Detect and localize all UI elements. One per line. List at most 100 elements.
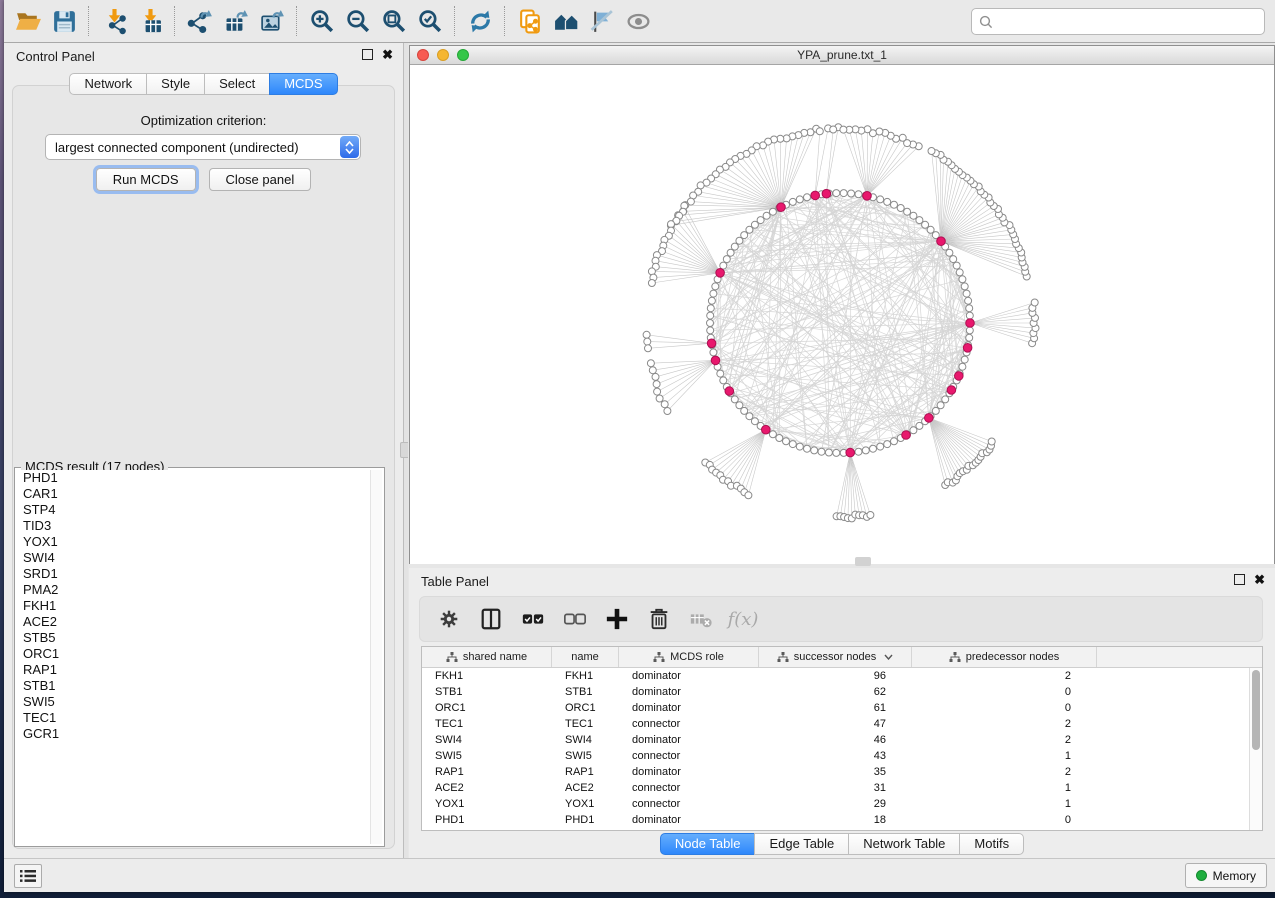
cell-name: ACE2	[552, 782, 619, 794]
zoom-in-icon[interactable]	[304, 4, 340, 38]
mcds-result-item[interactable]: SWI5	[17, 694, 382, 710]
close-table-panel-icon[interactable]: ✖	[1254, 574, 1265, 585]
float-table-panel-icon[interactable]	[1234, 574, 1245, 585]
run-mcds-button[interactable]: Run MCDS	[96, 168, 196, 191]
table-row[interactable]: TEC1TEC1connector472	[422, 716, 1262, 732]
mcds-result-item[interactable]: PHD1	[17, 470, 382, 486]
table-row[interactable]: STB1STB1dominator620	[422, 684, 1262, 700]
column-header-mcds-role[interactable]: MCDS role	[619, 647, 759, 667]
mcds-result-item[interactable]: SWI4	[17, 550, 382, 566]
open-file-icon[interactable]	[10, 4, 46, 38]
mcds-result-item[interactable]: FKH1	[17, 598, 382, 614]
cell-mcds-role: connector	[619, 798, 759, 810]
cell-successor-nodes: 47	[759, 718, 912, 730]
control-panel-title: Control Panel	[16, 49, 95, 64]
tab-edge-table[interactable]: Edge Table	[754, 833, 849, 855]
import-network-icon[interactable]	[96, 4, 132, 38]
horizontal-splitter-grip[interactable]	[855, 557, 871, 566]
cell-name: PHD1	[552, 814, 619, 826]
column-header-shared-name[interactable]: shared name	[422, 647, 552, 667]
show-hidden-icon[interactable]	[620, 4, 656, 38]
mcds-result-item[interactable]: STB1	[17, 678, 382, 694]
unselect-all-checkboxes-icon[interactable]	[556, 601, 594, 637]
select-all-checkboxes-icon[interactable]	[514, 601, 552, 637]
memory-button[interactable]: Memory	[1185, 863, 1267, 888]
settings-gear-icon[interactable]	[430, 601, 468, 637]
cell-successor-nodes: 29	[759, 798, 912, 810]
mcds-result-item[interactable]: YOX1	[17, 534, 382, 550]
table-row[interactable]: RAP1RAP1dominator352	[422, 764, 1262, 780]
cell-predecessor-nodes: 2	[912, 670, 1097, 682]
refresh-layout-icon[interactable]	[462, 4, 498, 38]
cell-mcds-role: connector	[619, 750, 759, 762]
mcds-result-item[interactable]: STP4	[17, 502, 382, 518]
mcds-result-item[interactable]: SRD1	[17, 566, 382, 582]
column-header-predecessor-nodes[interactable]: predecessor nodes	[912, 647, 1097, 667]
zoom-fit-icon[interactable]	[376, 4, 412, 38]
task-history-button[interactable]	[14, 864, 42, 888]
table-scrollbar[interactable]	[1249, 668, 1262, 830]
export-network-icon[interactable]	[182, 4, 218, 38]
network-window-titlebar[interactable]: YPA_prune.txt_1	[410, 46, 1274, 65]
mcds-result-item[interactable]: ORC1	[17, 646, 382, 662]
first-neighbors-icon[interactable]	[548, 4, 584, 38]
table-row[interactable]: YOX1YOX1connector291	[422, 796, 1262, 812]
search-input[interactable]	[997, 11, 1264, 33]
hide-selected-icon[interactable]	[584, 4, 620, 38]
table-row[interactable]: SWI4SWI4dominator462	[422, 732, 1262, 748]
float-panel-icon[interactable]	[362, 49, 373, 60]
mcds-result-item[interactable]: RAP1	[17, 662, 382, 678]
cell-mcds-role: dominator	[619, 766, 759, 778]
optimization-criterion-select[interactable]: largest connected component (undirected)	[45, 134, 361, 160]
mcds-list-scrollbar[interactable]	[370, 470, 382, 844]
list-icon	[20, 869, 36, 883]
mcds-result-item[interactable]: PMA2	[17, 582, 382, 598]
cell-shared-name: YOX1	[422, 798, 552, 810]
cell-successor-nodes: 18	[759, 814, 912, 826]
cell-successor-nodes: 96	[759, 670, 912, 682]
import-table-icon[interactable]	[132, 4, 168, 38]
tab-select[interactable]: Select	[204, 73, 270, 95]
mcds-result-item[interactable]: STB5	[17, 630, 382, 646]
node-table: shared namenameMCDS rolesuccessor nodesp…	[421, 646, 1263, 831]
tab-mcds[interactable]: MCDS	[269, 73, 337, 95]
delete-row-icon[interactable]	[640, 601, 678, 637]
close-panel-icon[interactable]: ✖	[382, 49, 393, 60]
table-row[interactable]: ACE2ACE2connector311	[422, 780, 1262, 796]
close-panel-button[interactable]: Close panel	[209, 168, 312, 191]
mcds-result-item[interactable]: TEC1	[17, 710, 382, 726]
mcds-result-item[interactable]: ACE2	[17, 614, 382, 630]
export-image-icon[interactable]	[254, 4, 290, 38]
tab-style[interactable]: Style	[146, 73, 205, 95]
export-table-icon[interactable]	[218, 4, 254, 38]
table-scrollbar-thumb[interactable]	[1252, 670, 1260, 750]
network-graph[interactable]	[410, 65, 1274, 562]
table-row[interactable]: SWI5SWI5connector431	[422, 748, 1262, 764]
mcds-result-item[interactable]: TID3	[17, 518, 382, 534]
tab-node-table[interactable]: Node Table	[660, 833, 756, 855]
show-column-icon[interactable]	[472, 601, 510, 637]
zoom-selected-icon[interactable]	[412, 4, 448, 38]
column-header-name[interactable]: name	[552, 647, 619, 667]
cell-shared-name: SWI4	[422, 734, 552, 746]
network-canvas[interactable]	[410, 65, 1274, 564]
tab-motifs[interactable]: Motifs	[959, 833, 1024, 855]
table-row[interactable]: ORC1ORC1dominator610	[422, 700, 1262, 716]
cell-successor-nodes: 61	[759, 702, 912, 714]
mcds-result-item[interactable]: GCR1	[17, 726, 382, 742]
column-header-successor-nodes[interactable]: successor nodes	[759, 647, 912, 667]
toolbar-separator	[296, 6, 298, 36]
cell-mcds-role: connector	[619, 782, 759, 794]
save-session-icon[interactable]	[46, 4, 82, 38]
table-row[interactable]: FKH1FKH1dominator962	[422, 668, 1262, 684]
tab-network-table[interactable]: Network Table	[848, 833, 960, 855]
zoom-out-icon[interactable]	[340, 4, 376, 38]
table-panel: Table Panel ✖ f(x) shared namenameMCDS r…	[409, 568, 1275, 859]
mcds-result-item[interactable]: CAR1	[17, 486, 382, 502]
tab-network[interactable]: Network	[69, 73, 147, 95]
table-toolbar: f(x)	[419, 596, 1263, 642]
table-row[interactable]: PHD1PHD1dominator180	[422, 812, 1262, 828]
cell-predecessor-nodes: 2	[912, 718, 1097, 730]
add-row-icon[interactable]	[598, 601, 636, 637]
clone-network-icon[interactable]	[512, 4, 548, 38]
